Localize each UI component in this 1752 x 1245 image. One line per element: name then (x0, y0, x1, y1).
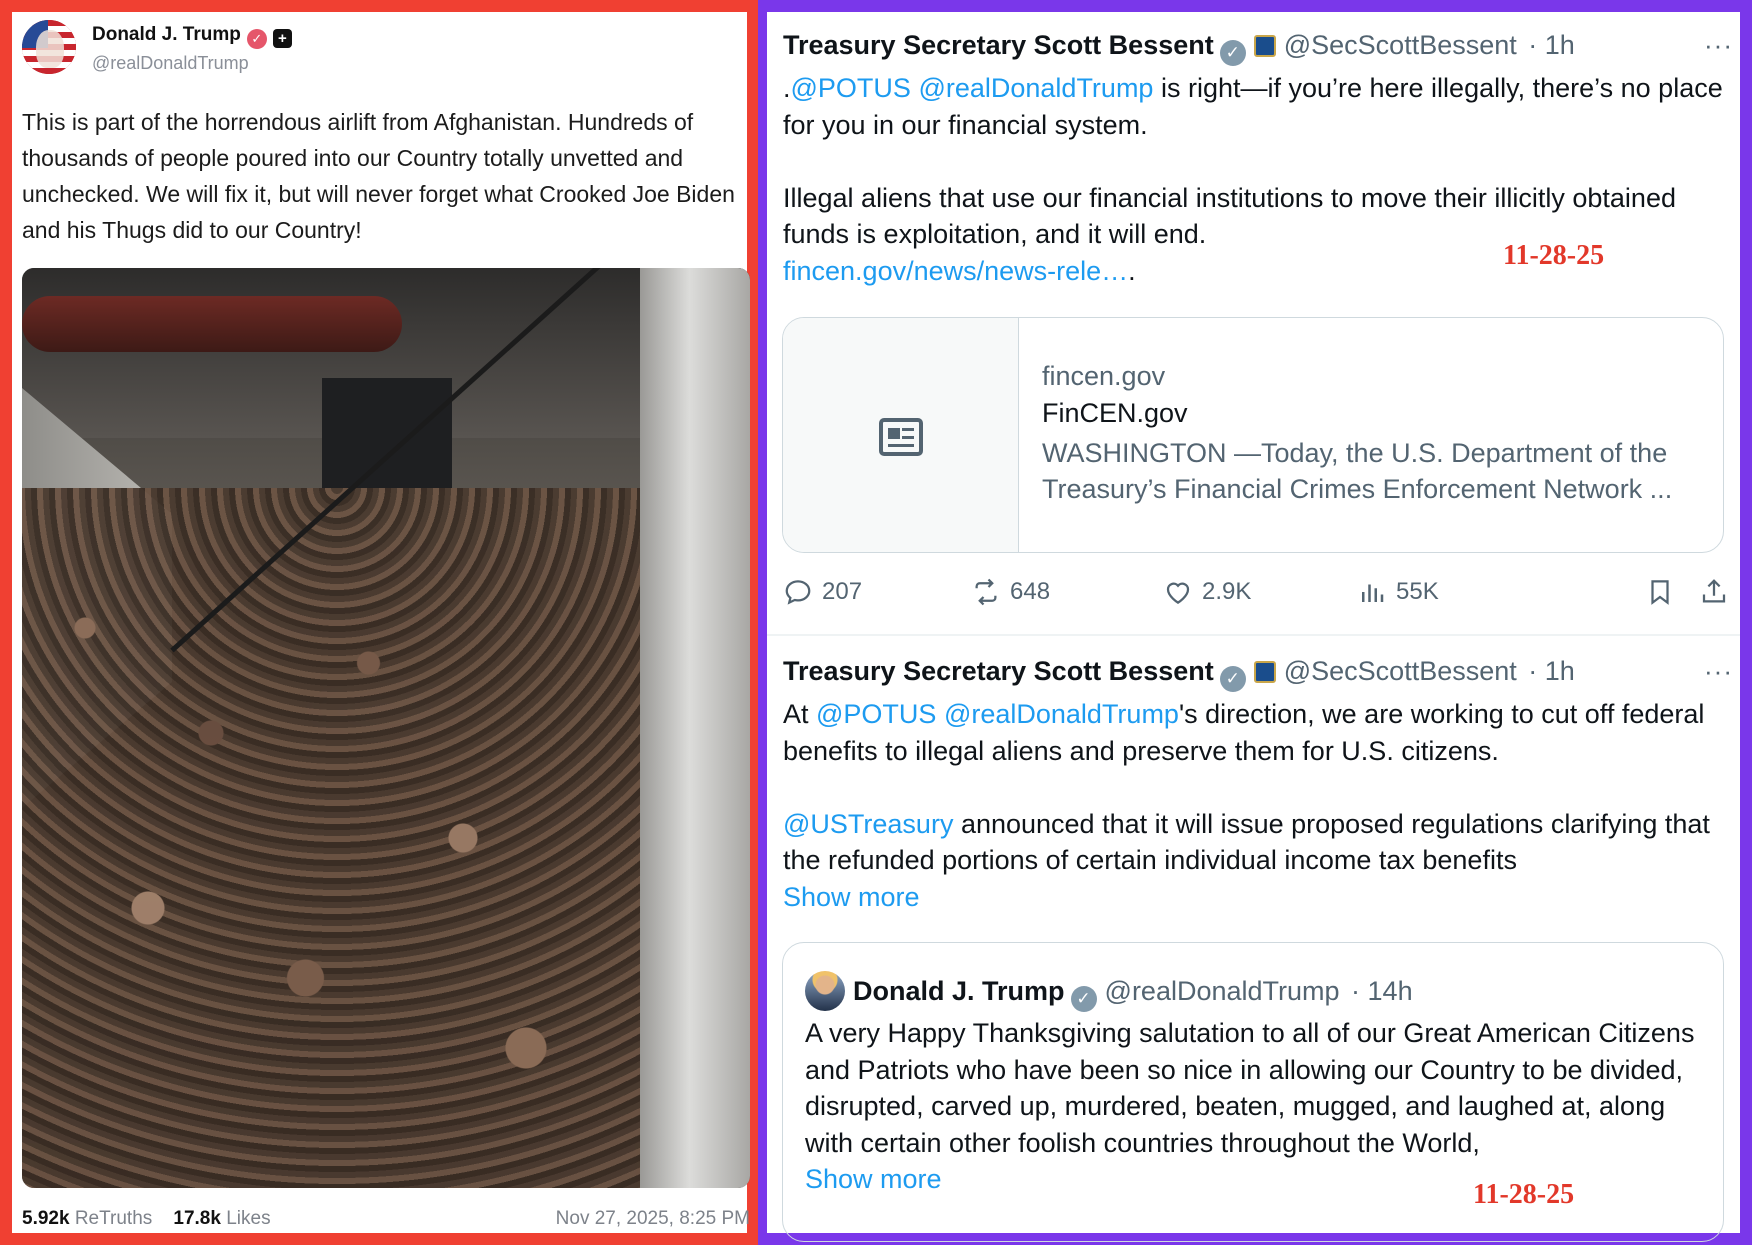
like-count: 2.9K (1202, 578, 1252, 605)
author-handle[interactable]: @SecScottBessent (1284, 30, 1517, 60)
tweet-actions: 207 648 2.9K 55K (783, 577, 1733, 615)
verified-badge-icon: ✓ (1070, 986, 1097, 1012)
reply-button[interactable]: 207 (783, 577, 862, 607)
show-more-link[interactable]: Show more (783, 882, 920, 912)
more-options-icon[interactable]: ··· (1704, 30, 1733, 61)
reply-count: 207 (822, 578, 863, 605)
tweet-text: At @POTUS @realDonaldTrump's direction, … (783, 699, 1710, 912)
date-stamp: 11-28-25 (1473, 1179, 1575, 1210)
card-description: WASHINGTON —Today, the U.S. Department o… (1042, 438, 1673, 504)
tweet-header: Treasury Secretary Scott Bessent ✓ @SecSco… (783, 30, 1733, 70)
repost-button[interactable]: 648 (971, 577, 1050, 607)
verified-badge-icon: ✓ (246, 29, 267, 49)
link-preview-card[interactable]: fincen.gov FinCEN.gov WASHINGTON —Today,… (782, 317, 1724, 553)
tweet-time[interactable]: · 14h (1351, 976, 1413, 1006)
bookmark-icon (1651, 580, 1669, 605)
tweet-2[interactable]: Treasury Secretary Scott Bessent ✓ @SecSco… (783, 656, 1733, 915)
mention-realdonaldtrump[interactable]: @realDonaldTrump (918, 73, 1153, 103)
avatar[interactable] (805, 971, 845, 1011)
author-handle[interactable]: @SecScottBessent (1284, 656, 1517, 686)
tweet-divider (767, 634, 1740, 636)
truth-social-post-panel: Donald J. Trump ✓ + @realDonaldTrump This … (0, 0, 758, 1245)
heart-icon (1166, 582, 1190, 604)
author-name[interactable]: Treasury Secretary Scott Bessent (783, 656, 1214, 686)
author-handle[interactable]: @realDonaldTrump (1105, 976, 1340, 1006)
share-button[interactable] (1699, 577, 1738, 607)
plus-badge-icon: + (272, 29, 292, 48)
post-footer: 5.92k ReTruths 17.8k Likes Nov 27, 2025,… (22, 1208, 750, 1230)
retruths-stat[interactable]: 5.92k ReTruths (22, 1208, 152, 1229)
view-count: 55K (1396, 578, 1439, 605)
card-thumbnail (783, 318, 1019, 552)
quoted-post-card[interactable]: Donald J. Trump ✓ @realDonaldTrump · 14h A… (782, 942, 1724, 1242)
author-name[interactable]: Donald J. Trump (853, 976, 1065, 1006)
like-button[interactable]: 2.9K (1163, 577, 1251, 607)
post-photo[interactable] (22, 268, 750, 1188)
verified-badge-icon: ✓ (1219, 666, 1246, 692)
quoted-post-header: Donald J. Trump ✓ @realDonaldTrump · 14h (805, 971, 1413, 1012)
show-more-link[interactable]: Show more (805, 1164, 942, 1194)
date-stamp: 11-28-25 (1503, 240, 1605, 271)
tweet-time[interactable]: · 1h (1528, 656, 1575, 686)
fincen-link[interactable]: fincen.gov/news/news-rele… (783, 256, 1128, 286)
views-button[interactable]: 55K (1357, 577, 1439, 607)
post-timestamp[interactable]: Nov 27, 2025, 8:25 PM (556, 1208, 750, 1230)
author-handle[interactable]: @realDonaldTrump (92, 53, 249, 74)
verified-badge-icon: ✓ (1219, 40, 1246, 66)
avatar[interactable] (22, 20, 76, 74)
card-text: fincen.gov FinCEN.gov WASHINGTON —Today,… (1042, 358, 1702, 507)
author-name[interactable]: Donald J. Trump (92, 24, 241, 45)
treasury-seal-icon (1253, 35, 1276, 57)
tweet-1[interactable]: Treasury Secretary Scott Bessent ✓ @SecSco… (783, 30, 1733, 289)
mention-potus[interactable]: @POTUS (816, 699, 936, 729)
card-title: FinCEN.gov (1042, 398, 1188, 428)
mention-ustreasury[interactable]: @USTreasury (783, 809, 953, 839)
quoted-post-text: A very Happy Thanksgiving salutation to … (805, 1018, 1695, 1194)
treasury-seal-icon (1253, 661, 1276, 683)
more-options-icon[interactable]: ··· (1704, 656, 1733, 687)
x-posts-panel: Treasury Secretary Scott Bessent ✓ @SecSco… (758, 0, 1752, 1245)
author-name[interactable]: Treasury Secretary Scott Bessent (783, 30, 1214, 60)
share-icon (1702, 579, 1726, 603)
post-header: Donald J. Trump ✓ + @realDonaldTrump (22, 16, 722, 86)
mention-potus[interactable]: @POTUS (791, 73, 911, 103)
views-icon (1362, 584, 1384, 602)
repost-icon (975, 578, 997, 606)
card-domain: fincen.gov (1042, 361, 1166, 391)
tweet-header: Treasury Secretary Scott Bessent ✓ @SecSco… (783, 656, 1733, 696)
repost-count: 648 (1010, 578, 1051, 605)
likes-stat[interactable]: 17.8k Likes (173, 1208, 270, 1229)
mention-realdonaldtrump[interactable]: @realDonaldTrump (944, 699, 1179, 729)
post-text: This is part of the horrendous airlift f… (22, 109, 735, 243)
author-name-row[interactable]: Donald J. Trump ✓ + (92, 24, 292, 49)
article-icon (879, 418, 923, 456)
tweet-time[interactable]: · 1h (1528, 30, 1575, 60)
bookmark-button[interactable] (1645, 577, 1684, 607)
reply-icon (785, 580, 811, 605)
